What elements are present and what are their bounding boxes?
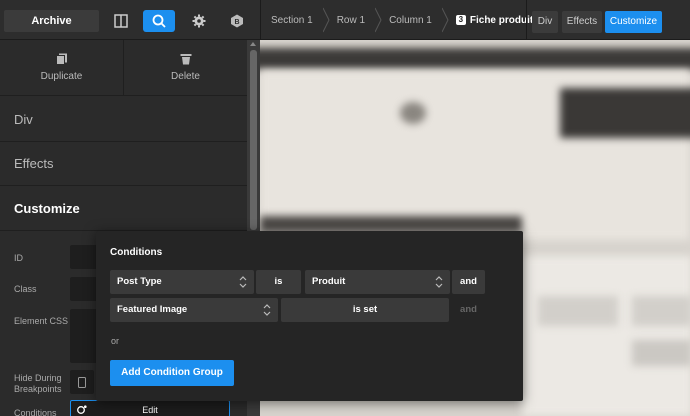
scroll-up-icon[interactable] xyxy=(250,42,256,46)
breadcrumb-current-label: Fiche produit xyxy=(469,14,534,26)
columns-icon[interactable] xyxy=(105,10,137,32)
tab-div[interactable]: Div xyxy=(532,11,558,33)
preview-header-strip xyxy=(260,48,690,70)
section-customize[interactable]: Customize xyxy=(0,187,247,231)
hide-breakpoints-line2: Breakpoints xyxy=(14,384,62,394)
delete-label: Delete xyxy=(171,71,200,82)
class-label: Class xyxy=(14,284,37,294)
breadcrumb-label: Row 1 xyxy=(336,14,366,26)
condition-field-select[interactable]: Featured Image xyxy=(110,298,278,322)
hide-breakpoints-label: Hide During Breakpoints xyxy=(14,373,62,395)
preview-heading-block xyxy=(560,88,690,138)
breadcrumb-item-section[interactable]: Section 1 xyxy=(261,0,330,40)
section-effects[interactable]: Effects xyxy=(0,142,247,186)
select-arrows-icon xyxy=(263,304,271,316)
archive-button[interactable]: Archive xyxy=(4,10,99,32)
condition-field-value: Featured Image xyxy=(117,304,188,315)
tab-customize[interactable]: Customize xyxy=(605,11,662,33)
condition-field-value: Post Type xyxy=(117,276,162,287)
condition-value-text: Produit xyxy=(312,276,346,287)
preview-card xyxy=(538,296,618,326)
toolbar-divider xyxy=(526,0,527,40)
condition-value-select[interactable]: Produit xyxy=(305,270,450,294)
top-toolbar: Archive B Section 1 Row 1 Column 1 3 Fic… xyxy=(0,0,690,40)
preview-bar xyxy=(260,216,522,232)
section-div[interactable]: Div xyxy=(0,98,247,142)
breadcrumb: Section 1 Row 1 Column 1 3 Fiche produit xyxy=(261,0,547,40)
conditions-label: Conditions xyxy=(14,408,57,416)
hide-breakpoints-line1: Hide During xyxy=(14,373,62,383)
conditions-title: Conditions xyxy=(110,247,163,258)
duplicate-label: Duplicate xyxy=(40,71,83,82)
condition-operator-select[interactable]: is set xyxy=(281,298,449,322)
select-arrows-icon xyxy=(435,276,443,288)
delete-button[interactable]: Delete xyxy=(123,40,247,95)
conditions-popup: Conditions Post Type is Produit and Feat… xyxy=(96,231,523,401)
preview-card xyxy=(632,340,690,366)
duplicate-button[interactable]: Duplicate xyxy=(0,40,123,95)
conditions-edit-button[interactable]: Edit xyxy=(70,400,230,416)
mobile-icon xyxy=(78,376,86,388)
conditions-edit-label: Edit xyxy=(142,405,158,415)
select-arrows-icon xyxy=(239,276,247,288)
element-count-badge: 3 xyxy=(455,15,466,25)
and-button[interactable]: and xyxy=(452,270,485,294)
or-separator: or xyxy=(111,336,120,346)
preview-card xyxy=(632,296,690,326)
plugin-icon[interactable]: B xyxy=(221,10,253,32)
add-condition-group-button[interactable]: Add Condition Group xyxy=(110,360,234,386)
conditions-icon xyxy=(77,405,87,414)
and-button[interactable]: and xyxy=(452,298,485,322)
element-css-label: Element CSS xyxy=(14,316,69,326)
id-label: ID xyxy=(14,253,23,263)
duplicate-icon xyxy=(55,53,67,65)
condition-field-select[interactable]: Post Type xyxy=(110,270,254,294)
preview-icon-blob xyxy=(400,102,426,124)
condition-operator-select[interactable]: is xyxy=(256,270,301,294)
tab-effects[interactable]: Effects xyxy=(562,11,602,33)
gear-icon[interactable] xyxy=(183,10,215,32)
svg-text:B: B xyxy=(234,19,239,26)
breadcrumb-label: Column 1 xyxy=(389,14,432,26)
trash-icon xyxy=(180,54,191,65)
element-actions: Duplicate Delete xyxy=(0,40,247,96)
breakpoint-toggle[interactable] xyxy=(70,370,94,394)
breadcrumb-item-column[interactable]: Column 1 xyxy=(379,0,449,40)
breadcrumb-item-row[interactable]: Row 1 xyxy=(327,0,382,40)
preview-content xyxy=(522,256,690,416)
breadcrumb-label: Section 1 xyxy=(271,14,313,26)
scrollbar-thumb[interactable] xyxy=(250,50,257,230)
search-icon[interactable] xyxy=(143,10,175,32)
